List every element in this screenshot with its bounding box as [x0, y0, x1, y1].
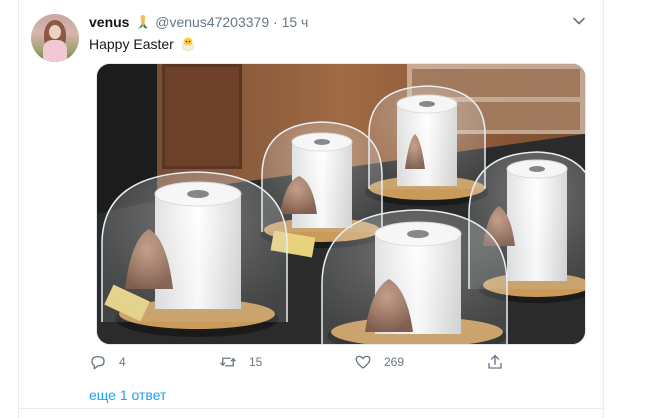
avatar[interactable] — [31, 14, 79, 62]
separator-dot: · — [273, 14, 278, 30]
photo-toilet-paper-cakes — [97, 64, 585, 344]
tweet-actions: 4 15 269 — [0, 352, 650, 372]
heart-icon — [355, 355, 371, 369]
reply-count: 4 — [119, 355, 126, 369]
like-button[interactable]: 269 — [354, 352, 404, 372]
tweet-text-content: Happy Easter — [89, 36, 174, 52]
show-more-replies-link[interactable]: еще 1 ответ — [89, 387, 166, 403]
tweet-text: Happy Easter — [89, 34, 196, 54]
retweet-icon — [220, 357, 236, 367]
tweet-header: venus @venus47203379 · 15 ч — [89, 12, 308, 32]
chevron-down-icon[interactable] — [570, 12, 588, 30]
reply-icon — [91, 356, 105, 370]
like-count: 269 — [384, 355, 405, 369]
retweet-count: 15 — [249, 355, 263, 369]
reply-button[interactable]: 4 — [89, 352, 126, 372]
tweet-divider — [18, 408, 604, 409]
timestamp[interactable]: 15 ч — [282, 14, 309, 30]
share-icon — [488, 354, 502, 369]
tweet-photo[interactable] — [96, 63, 586, 345]
share-button[interactable] — [486, 352, 516, 372]
display-name[interactable]: venus — [89, 14, 129, 30]
mermaid-icon — [138, 15, 149, 29]
tweet[interactable]: venus @venus47203379 · 15 ч Happy Easter — [0, 0, 650, 418]
hatching-chick-icon — [181, 37, 194, 51]
retweet-button[interactable]: 15 — [219, 352, 262, 372]
user-handle[interactable]: @venus47203379 — [155, 14, 269, 30]
